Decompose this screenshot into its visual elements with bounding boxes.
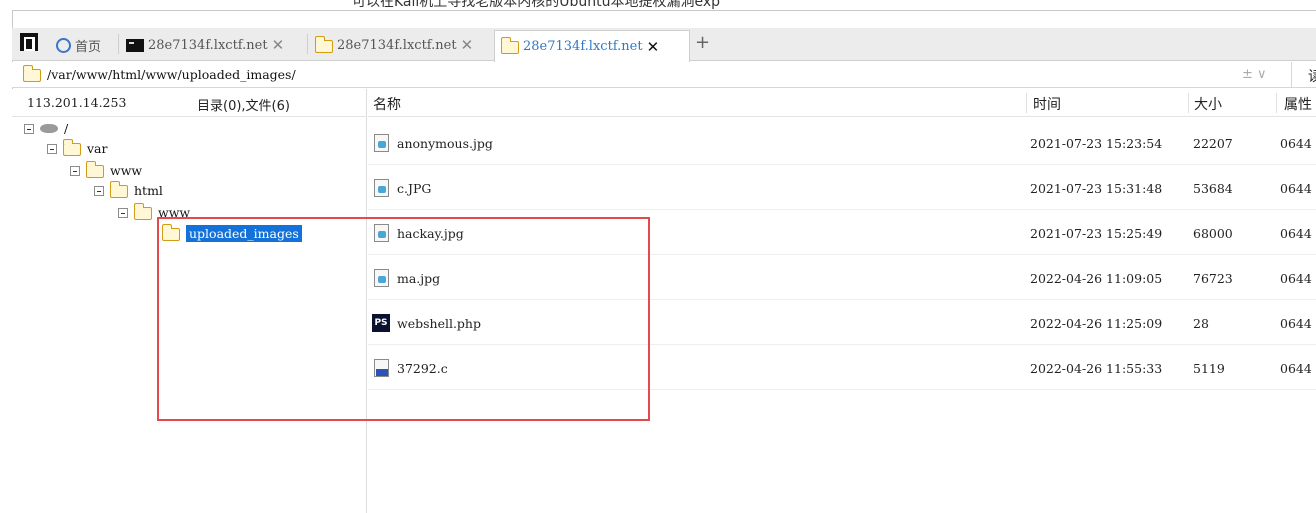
tab-file-manager-active[interactable]: 28e7134f.lxctf.net ✕ [494, 30, 690, 62]
folder-icon [161, 224, 180, 241]
home-icon [56, 37, 71, 53]
address-bar: /var/www/html/www/uploaded_images/ ± ∨ 读 [12, 62, 1316, 88]
tree-node-root[interactable]: / [24, 121, 68, 136]
new-tab-button[interactable]: + [695, 32, 710, 53]
image-file-icon [374, 134, 389, 152]
tree-node-var[interactable]: var [47, 139, 108, 156]
folder-icon [133, 203, 152, 220]
collapse-icon[interactable] [47, 143, 57, 154]
path-input[interactable]: /var/www/html/www/uploaded_images/ [47, 67, 296, 82]
directory-tree-pane: 113.201.14.253 目录(0),文件(6) / var www htm… [12, 89, 367, 513]
folder-icon [22, 65, 41, 82]
tree-node-html[interactable]: html [94, 181, 163, 198]
column-header-size[interactable]: 大小 [1194, 94, 1222, 114]
column-header-name[interactable]: 名称 [373, 94, 401, 114]
host-ip: 113.201.14.253 [27, 95, 127, 110]
cropped-caption: 可以在Kali机上寻找老版本内核的Ubuntu本地提权漏洞exp [0, 0, 1316, 10]
tab-label: 首页 [75, 39, 102, 55]
folder-icon [314, 35, 333, 53]
collapse-icon[interactable] [70, 165, 80, 176]
collapse-icon[interactable] [24, 123, 34, 134]
folder-icon [109, 181, 128, 198]
tab-label: 28e7134f.lxctf.net [337, 37, 457, 53]
tree-node-uploaded-images[interactable]: uploaded_images [161, 224, 302, 242]
close-icon[interactable]: ✕ [461, 36, 474, 54]
c-file-icon [374, 359, 389, 377]
file-row[interactable]: hackay.jpg 2021-07-23 15:25:49 68000 064… [368, 210, 1316, 255]
image-file-icon [374, 224, 389, 242]
php-file-icon: PS [372, 314, 390, 332]
drive-icon [40, 124, 58, 133]
file-row[interactable]: ma.jpg 2022-04-26 11:09:05 76723 0644 [368, 255, 1316, 300]
column-header-time[interactable]: 时间 [1033, 94, 1061, 114]
file-list-header: 名称 时间 大小 属性 [368, 89, 1316, 117]
tree-header: 113.201.14.253 目录(0),文件(6) [12, 89, 367, 117]
collapse-icon[interactable] [118, 207, 128, 218]
address-controls[interactable]: ± ∨ [1242, 67, 1267, 82]
tab-file-manager-1[interactable]: 28e7134f.lxctf.net ✕ [309, 30, 479, 60]
read-button[interactable]: 读 [1291, 62, 1316, 88]
file-list-pane: 名称 时间 大小 属性 anonymous.jpg 2021-07-23 15:… [368, 89, 1316, 513]
item-counts: 目录(0),文件(6) [197, 99, 290, 114]
image-file-icon [374, 179, 389, 197]
column-header-attr[interactable]: 属性 [1284, 94, 1312, 114]
caption-text: 可以在Kali机上寻找老版本内核的Ubuntu本地提权漏洞exp [352, 0, 721, 10]
close-icon[interactable]: ✕ [647, 38, 660, 56]
tab-bar: 首页 28e7134f.lxctf.net ✕ 28e7134f.lxctf.n… [12, 28, 1316, 62]
close-icon[interactable]: ✕ [272, 36, 285, 54]
tab-label: 28e7134f.lxctf.net [148, 37, 268, 53]
file-row[interactable]: anonymous.jpg 2021-07-23 15:23:54 22207 … [368, 120, 1316, 165]
tree-node-www-inner[interactable]: www [118, 203, 190, 220]
image-file-icon [374, 269, 389, 287]
tab-terminal[interactable]: 28e7134f.lxctf.net ✕ [120, 30, 290, 60]
folder-icon [62, 139, 81, 156]
app-logo-icon[interactable] [20, 33, 38, 51]
folder-icon [500, 37, 519, 54]
file-row[interactable]: c.JPG 2021-07-23 15:31:48 53684 0644 [368, 165, 1316, 210]
collapse-icon[interactable] [94, 185, 104, 196]
tree-node-www[interactable]: www [70, 161, 142, 178]
tab-label: 28e7134f.lxctf.net [523, 39, 643, 54]
file-row[interactable]: 37292.c 2022-04-26 11:55:33 5119 0644 [368, 345, 1316, 390]
terminal-icon [126, 38, 144, 52]
file-row[interactable]: PS webshell.php 2022-04-26 11:25:09 28 0… [368, 300, 1316, 345]
tab-home[interactable]: 首页 [50, 30, 107, 60]
folder-icon [85, 161, 104, 178]
